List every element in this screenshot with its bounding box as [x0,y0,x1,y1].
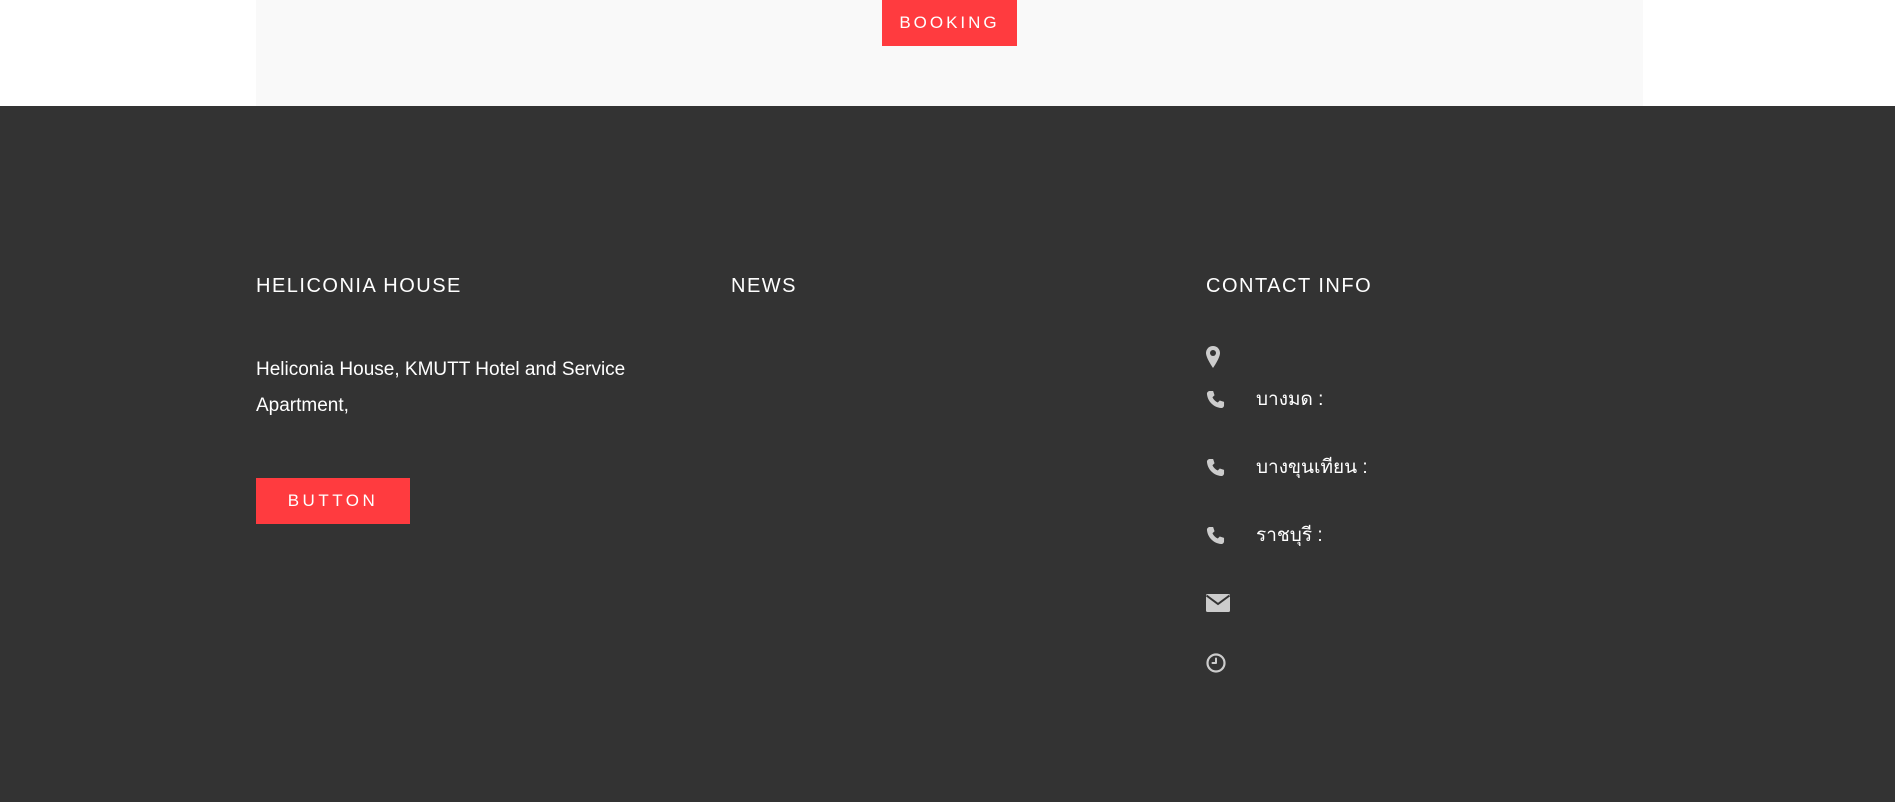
news-title: NEWS [731,275,797,297]
map-marker-icon [1206,344,1232,370]
contact-item-hours [1206,650,1646,680]
contact-phone-label: บางมด : [1256,389,1324,410]
booking-button[interactable]: BOOKING [882,0,1017,46]
contact-item-email [1206,590,1646,620]
contact-phone-label: ราชบุรี : [1256,525,1323,546]
footer-about-column: HELICONIA HOUSE Heliconia House, KMUTT H… [256,272,676,524]
clock-icon [1206,650,1232,676]
site-footer: HELICONIA HOUSE Heliconia House, KMUTT H… [0,106,1895,802]
phone-icon [1206,454,1232,480]
envelope-icon [1206,590,1232,616]
footer-contact-column: CONTACT INFO บางมด : บางขุนเทียน: ราชบุ… [1206,272,1646,673]
contact-item-phone-bangmod: บางมด : [1206,386,1646,416]
footer-news-column: NEWS [731,272,1151,300]
top-section: BOOKING [0,0,1895,106]
about-description: Heliconia House, KMUTT Hotel and Service… [256,359,626,416]
contact-item-phone-ratchaburi: ราชบุรี : [1206,522,1646,552]
about-title: HELICONIA HOUSE [256,275,462,297]
contact-phone-label: บางขุนเทียน : [1256,457,1368,478]
contact-item-phone-bangkhuntien: บางขุนเทียน : [1206,454,1646,484]
phone-icon [1206,522,1232,548]
phone-icon [1206,386,1232,412]
contact-list: บางมด : บางขุนเทียน : ราชบุรี : [1206,272,1646,692]
contact-item-address [1206,344,1646,374]
footer-button[interactable]: BUTTON [256,478,410,524]
